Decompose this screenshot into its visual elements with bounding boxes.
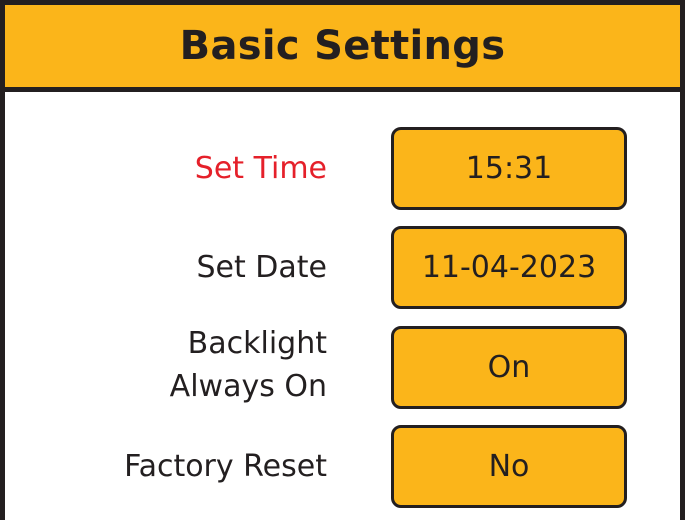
backlight-label: Backlight Always On [27, 322, 327, 408]
backlight-label-line1: Backlight [187, 326, 327, 361]
factory-reset-button[interactable]: No [391, 425, 627, 508]
factory-reset-label: Factory Reset [124, 449, 327, 484]
page-title: Basic Settings [179, 23, 506, 69]
settings-screen: Basic Settings Set Time 15:31 Set Date 1… [0, 0, 685, 520]
set-time-label: Set Time [194, 151, 327, 186]
backlight-label-line2: Always On [169, 369, 327, 404]
set-date-label: Set Date [196, 250, 327, 285]
set-date-value: 11-04-2023 [421, 249, 597, 285]
backlight-button[interactable]: On [391, 326, 627, 409]
title-bar: Basic Settings [5, 5, 680, 92]
set-time-button[interactable]: 15:31 [391, 127, 627, 210]
set-date-button[interactable]: 11-04-2023 [391, 226, 627, 309]
set-time-value: 15:31 [465, 150, 553, 186]
factory-reset-value: No [488, 448, 530, 484]
backlight-value: On [487, 349, 531, 385]
